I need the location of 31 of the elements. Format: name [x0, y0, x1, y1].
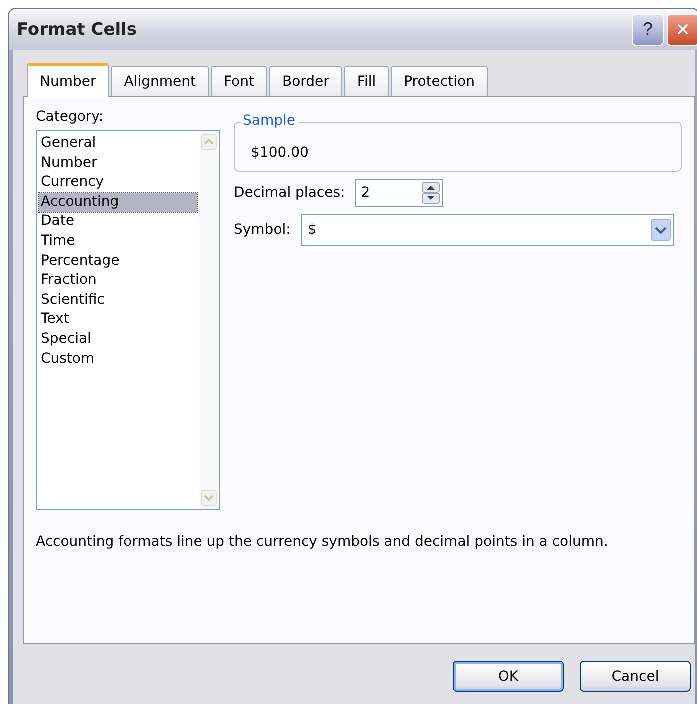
category-item[interactable]: Number [39, 154, 197, 174]
category-item[interactable]: Text [39, 310, 197, 330]
spinner-icon[interactable] [422, 182, 440, 204]
tab[interactable]: Protection [391, 66, 488, 96]
category-item[interactable]: Time [39, 232, 197, 252]
tab[interactable]: Alignment [111, 66, 209, 96]
category-item[interactable]: Special [39, 330, 197, 350]
cancel-button[interactable]: Cancel [580, 661, 691, 692]
symbol-dropdown[interactable]: $ [300, 214, 674, 246]
tab[interactable]: Number [27, 63, 110, 97]
category-item[interactable]: Custom [39, 350, 197, 370]
tab[interactable]: Fill [344, 66, 390, 96]
sample-value: $100.00 [251, 145, 309, 161]
help-button[interactable]: ? [632, 14, 664, 46]
decimal-places-field[interactable]: 2 [355, 179, 444, 207]
category-item[interactable]: Date [39, 212, 197, 232]
category-label: Category: [36, 109, 105, 125]
category-item[interactable]: General [39, 134, 197, 154]
category-item[interactable]: Percentage [39, 252, 197, 272]
description-text: Accounting formats line up the currency symbols and decimal points in a column. [36, 534, 610, 550]
category-item[interactable]: Scientific [39, 290, 197, 310]
ok-button[interactable]: OK [453, 661, 564, 692]
window-title: Format Cells [17, 20, 138, 40]
symbol-label: Symbol: [234, 222, 291, 238]
sample-label: Sample [241, 113, 298, 129]
tab[interactable]: Border [269, 66, 342, 96]
category-item[interactable]: Accounting [39, 192, 197, 212]
tab[interactable]: Font [210, 66, 268, 96]
decimal-places-label: Decimal places: [234, 185, 346, 201]
category-item[interactable]: Fraction [39, 271, 197, 291]
category-item[interactable]: Currency [39, 173, 197, 193]
